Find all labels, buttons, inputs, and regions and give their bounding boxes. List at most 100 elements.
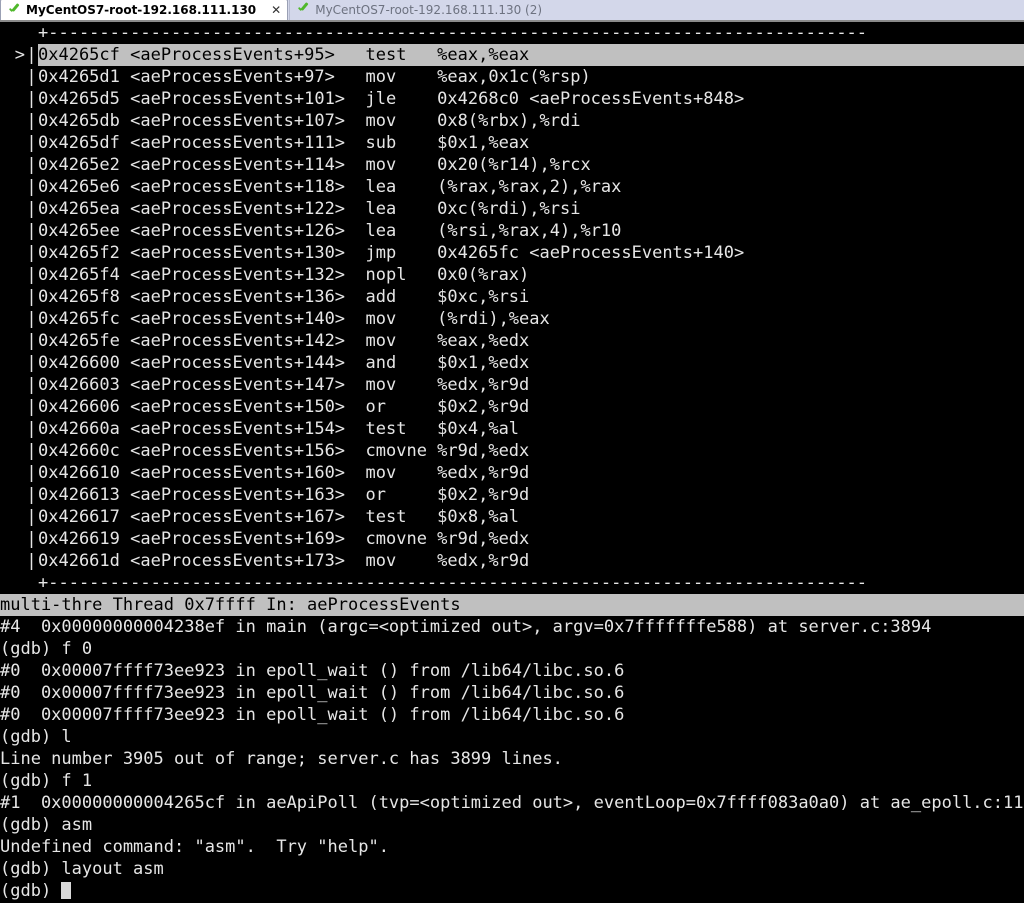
- asm-instruction: 0x426603 <aeProcessEvents+147> mov %edx,…: [38, 375, 530, 395]
- asm-instruction: 0x426606 <aeProcessEvents+150> or $0x2,%…: [38, 397, 530, 417]
- asm-instruction: 0x4265cf <aeProcessEvents+95> test %eax,…: [38, 44, 1024, 66]
- asm-instruction: 0x426610 <aeProcessEvents+160> mov %edx,…: [38, 463, 530, 483]
- asm-instruction: 0x426600 <aeProcessEvents+144> and $0x1,…: [38, 353, 530, 373]
- asm-instruction: 0x4265e2 <aeProcessEvents+114> mov 0x20(…: [38, 155, 591, 175]
- asm-row: | 0x4265df <aeProcessEvents+111> sub $0x1…: [0, 132, 1024, 154]
- asm-gutter: |: [26, 529, 37, 549]
- asm-instruction: 0x4265d5 <aeProcessEvents+101> jle 0x426…: [38, 89, 745, 109]
- asm-gutter: |: [26, 89, 37, 109]
- gdb-output-line: (gdb) layout asm: [0, 859, 164, 879]
- asm-row: | 0x426617 <aeProcessEvents+167> test $0x…: [0, 506, 1024, 528]
- asm-row: | 0x4265f8 <aeProcessEvents+136> add $0xc…: [0, 286, 1024, 308]
- asm-instruction: 0x4265f8 <aeProcessEvents+136> add $0xc,…: [38, 287, 530, 307]
- asm-gutter: |: [26, 441, 37, 461]
- asm-row: | 0x42660c <aeProcessEvents+156> cmovne %…: [0, 440, 1024, 462]
- asm-row: | 0x4265fe <aeProcessEvents+142> mov %eax…: [0, 330, 1024, 352]
- asm-instruction: 0x4265fc <aeProcessEvents+140> mov (%rdi…: [38, 309, 550, 329]
- asm-gutter: |: [26, 45, 37, 65]
- asm-row: | 0x4265fc <aeProcessEvents+140> mov (%rd…: [0, 308, 1024, 330]
- gdb-output-line: #0 0x00007ffff73ee923 in epoll_wait () f…: [0, 683, 625, 703]
- asm-gutter: |: [26, 221, 37, 241]
- asm-row: > | 0x4265cf <aeProcessEvents+95> test %ea…: [0, 44, 1024, 66]
- tab-bar: MyCentOS7-root-192.168.111.130 ✕ MyCentO…: [0, 0, 1024, 22]
- asm-row: | 0x426619 <aeProcessEvents+169> cmovne %…: [0, 528, 1024, 550]
- asm-row: | 0x4265f4 <aeProcessEvents+132> nopl 0x0…: [0, 264, 1024, 286]
- asm-gutter: |: [26, 177, 37, 197]
- gdb-output-line: #0 0x00007ffff73ee923 in epoll_wait () f…: [0, 661, 625, 681]
- tab-mycentos7-1[interactable]: MyCentOS7-root-192.168.111.130 ✕: [0, 0, 289, 20]
- asm-row: | 0x4265f2 <aeProcessEvents+130> jmp 0x42…: [0, 242, 1024, 264]
- asm-gutter: |: [26, 463, 37, 483]
- asm-gutter: |: [26, 287, 37, 307]
- asm-row: | 0x426600 <aeProcessEvents+144> and $0x1…: [0, 352, 1024, 374]
- asm-instruction: 0x4265ea <aeProcessEvents+122> lea 0xc(%…: [38, 199, 581, 219]
- status-bar: multi-thre Thread 0x7ffff In: aeProcessE…: [0, 594, 1024, 616]
- asm-instruction: 0x42660c <aeProcessEvents+156> cmovne %r…: [38, 441, 530, 461]
- asm-top-border: +---------------------------------------…: [38, 23, 868, 43]
- asm-instruction: 0x42660a <aeProcessEvents+154> test $0x4…: [38, 419, 520, 439]
- gdb-output-line: #0 0x00007ffff73ee923 in epoll_wait () f…: [0, 705, 625, 725]
- asm-row: | 0x4265e6 <aeProcessEvents+118> lea (%ra…: [0, 176, 1024, 198]
- asm-gutter: |: [26, 243, 37, 263]
- asm-instruction: 0x4265ee <aeProcessEvents+126> lea (%rsi…: [38, 221, 622, 241]
- current-instruction-marker: >: [14, 45, 25, 65]
- tab-label: MyCentOS7-root-192.168.111.130: [26, 3, 257, 17]
- gdb-output-line: Line number 3905 out of range; server.c …: [0, 749, 563, 769]
- asm-gutter: |: [26, 265, 37, 285]
- asm-row: | 0x4265db <aeProcessEvents+107> mov 0x8(…: [0, 110, 1024, 132]
- gdb-output-pane: #4 0x00000000004238ef in main (argc=<opt…: [0, 616, 1024, 901]
- asm-row: | 0x4265d1 <aeProcessEvents+97> mov %eax,…: [0, 66, 1024, 88]
- asm-gutter: |: [26, 133, 37, 153]
- asm-gutter: |: [26, 155, 37, 175]
- gdb-prompt: (gdb): [0, 881, 62, 901]
- asm-row: | 0x4265ea <aeProcessEvents+122> lea 0xc(…: [0, 198, 1024, 220]
- gdb-output-line: (gdb) l: [0, 727, 72, 747]
- asm-instruction: 0x4265df <aeProcessEvents+111> sub $0x1,…: [38, 133, 530, 153]
- gdb-output-line: Undefined command: "asm". Try "help".: [0, 837, 389, 857]
- asm-gutter: |: [26, 397, 37, 417]
- asm-row: | 0x426606 <aeProcessEvents+150> or $0x2,…: [0, 396, 1024, 418]
- asm-instruction: 0x426619 <aeProcessEvents+169> cmovne %r…: [38, 529, 530, 549]
- green-check-icon: [297, 3, 310, 16]
- terminal-screen[interactable]: +---------------------------------------…: [0, 22, 1024, 901]
- asm-row: | 0x4265d5 <aeProcessEvents+101> jle 0x42…: [0, 88, 1024, 110]
- asm-gutter: |: [26, 551, 37, 571]
- asm-row: | 0x4265ee <aeProcessEvents+126> lea (%rs…: [0, 220, 1024, 242]
- asm-gutter: |: [26, 111, 37, 131]
- asm-instruction: 0x42661d <aeProcessEvents+173> mov %edx,…: [38, 551, 530, 571]
- gdb-output-line: (gdb) f 1: [0, 771, 93, 791]
- text-cursor: [61, 882, 72, 899]
- asm-gutter: |: [26, 419, 37, 439]
- gdb-output-line: #4 0x00000000004238ef in main (argc=<opt…: [0, 617, 932, 637]
- asm-row: | 0x426610 <aeProcessEvents+160> mov %edx…: [0, 462, 1024, 484]
- green-check-icon: [8, 4, 21, 17]
- asm-instruction: 0x426613 <aeProcessEvents+163> or $0x2,%…: [38, 485, 530, 505]
- asm-gutter: |: [26, 331, 37, 351]
- asm-gutter: |: [26, 199, 37, 219]
- asm-gutter: |: [26, 309, 37, 329]
- asm-row: | 0x4265e2 <aeProcessEvents+114> mov 0x20…: [0, 154, 1024, 176]
- gdb-output-line: (gdb) f 0: [0, 639, 93, 659]
- asm-gutter: |: [26, 67, 37, 87]
- close-icon[interactable]: ✕: [271, 3, 281, 17]
- asm-row: | 0x426613 <aeProcessEvents+163> or $0x2,…: [0, 484, 1024, 506]
- disassembly-pane: +---------------------------------------…: [0, 22, 1024, 594]
- tab-mycentos7-2[interactable]: MyCentOS7-root-192.168.111.130 (2): [289, 0, 549, 20]
- tab-label: MyCentOS7-root-192.168.111.130 (2): [315, 2, 543, 17]
- asm-instruction: 0x4265d1 <aeProcessEvents+97> mov %eax,0…: [38, 67, 591, 87]
- asm-instruction: 0x426617 <aeProcessEvents+167> test $0x8…: [38, 507, 520, 527]
- asm-row: | 0x42661d <aeProcessEvents+173> mov %edx…: [0, 550, 1024, 572]
- asm-gutter: |: [26, 485, 37, 505]
- asm-gutter: |: [26, 353, 37, 373]
- asm-instruction: 0x4265f4 <aeProcessEvents+132> nopl 0x0(…: [38, 265, 530, 285]
- asm-rows-container: > | 0x4265cf <aeProcessEvents+95> test %ea…: [0, 44, 1024, 572]
- gdb-output-line: (gdb) asm: [0, 815, 93, 835]
- asm-gutter: |: [26, 375, 37, 395]
- asm-gutter: |: [26, 507, 37, 527]
- gdb-prompt-line[interactable]: (gdb): [0, 880, 1024, 901]
- asm-instruction: 0x4265fe <aeProcessEvents+142> mov %eax,…: [38, 331, 530, 351]
- gdb-output-line: #1 0x00000000004265cf in aeApiPoll (tvp=…: [0, 793, 1024, 813]
- asm-instruction: 0x4265f2 <aeProcessEvents+130> jmp 0x426…: [38, 243, 745, 263]
- asm-bottom-border: +---------------------------------------…: [38, 573, 868, 593]
- asm-instruction: 0x4265e6 <aeProcessEvents+118> lea (%rax…: [38, 177, 622, 197]
